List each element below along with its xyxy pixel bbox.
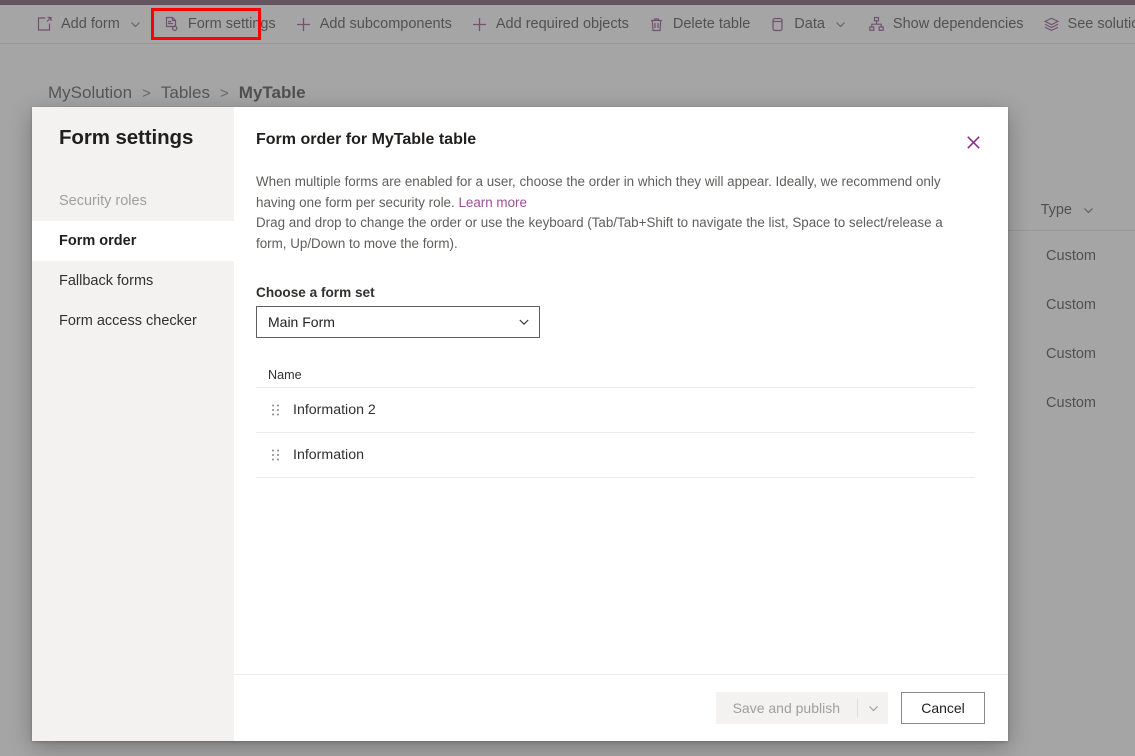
sidebar-item-label: Form access checker [59,313,197,329]
dialog-main-panel: Form order for MyTable table When multip… [234,107,1008,741]
form-set-selected-value: Main Form [268,314,335,330]
sidebar-item-label: Security roles [59,193,147,209]
learn-more-link[interactable]: Learn more [458,195,526,210]
dialog-title: Form order for MyTable table [256,131,477,148]
dialog-body: Form order for MyTable table When multip… [234,107,1008,674]
form-list-column-header-label: Name [268,367,302,382]
drag-handle-icon[interactable] [268,402,282,418]
list-item-label: Information [293,447,364,463]
sidebar-item-form-order[interactable]: Form order [32,221,234,261]
sidebar-item-label: Fallback forms [59,273,154,289]
dialog-footer: Save and publish Cancel [234,674,1008,741]
sidebar-item-form-access-checker[interactable]: Form access checker [32,301,234,341]
save-and-publish-button: Save and publish [716,692,857,724]
chevron-down-icon [858,692,888,724]
dialog-description: When multiple forms are enabled for a us… [256,172,975,254]
sidebar-item-fallback-forms[interactable]: Fallback forms [32,261,234,301]
list-item-label: Information 2 [293,402,376,418]
form-set-dropdown[interactable]: Main Form [256,306,540,338]
close-icon[interactable] [956,125,990,159]
sidebar-item-security-roles: Security roles [32,181,234,221]
list-item[interactable]: Information [256,433,975,478]
form-order-list: Name Information 2 Information [256,362,975,478]
list-item[interactable]: Information 2 [256,388,975,433]
save-and-publish-split-button: Save and publish [715,692,888,724]
description-paragraph-1: When multiple forms are enabled for a us… [256,174,941,210]
dialog-sidebar: Form settings Security roles Form order … [32,107,234,741]
dialog-sidebar-title: Form settings [59,126,194,149]
form-list-column-header: Name [256,362,975,388]
cancel-button[interactable]: Cancel [901,692,985,724]
description-paragraph-2: Drag and drop to change the order or use… [256,215,943,251]
drag-handle-icon[interactable] [268,447,282,463]
form-settings-dialog: Form settings Security roles Form order … [32,107,1008,741]
sidebar-item-label: Form order [59,233,137,249]
form-set-label: Choose a form set [256,285,375,300]
chevron-down-icon[interactable] [518,316,530,328]
